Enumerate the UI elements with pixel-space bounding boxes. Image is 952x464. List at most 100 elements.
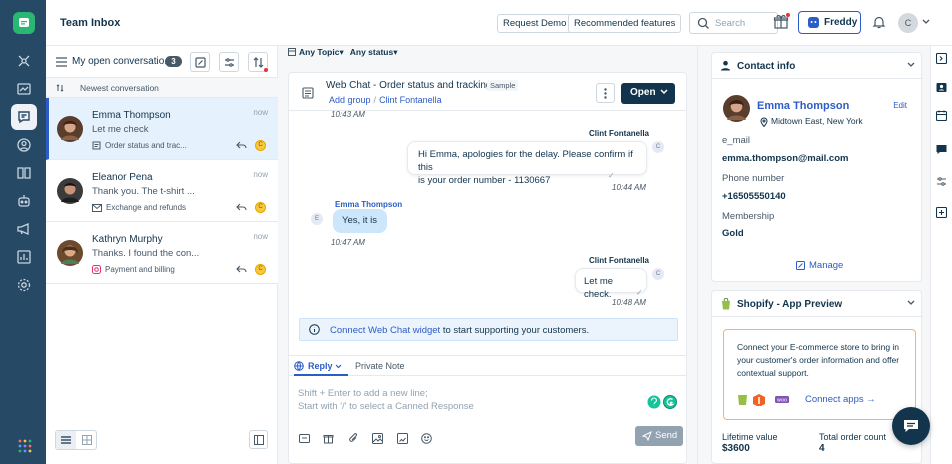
user-avatar[interactable]: C xyxy=(898,13,918,33)
freshdesk-logo-icon[interactable] xyxy=(13,12,35,34)
status-label: Open xyxy=(630,87,656,98)
document-icon xyxy=(92,141,101,150)
writing-assistant-icons xyxy=(647,394,679,410)
chevron-down-icon[interactable] xyxy=(907,300,915,306)
shopify-header[interactable]: Shopify - App Preview xyxy=(712,291,923,317)
conversation-topic: Payment and billing xyxy=(92,265,175,275)
message-text: Hi Emma, apologies for the delay. Please… xyxy=(418,149,633,173)
table-view-icon[interactable] xyxy=(77,431,97,449)
conversation-item[interactable]: Eleanor Pena Thank you. The t-shirt ... … xyxy=(46,160,278,222)
contact-card-icon[interactable] xyxy=(936,82,947,93)
assigned-agent-link[interactable]: Clint Fontanella xyxy=(379,95,442,105)
apps-grid-icon[interactable] xyxy=(18,439,32,453)
chevron-down-icon[interactable] xyxy=(907,62,915,68)
conversation-bubble-icon[interactable] xyxy=(936,144,947,155)
image-icon[interactable] xyxy=(372,433,384,444)
insert-canned-response-icon[interactable] xyxy=(299,433,310,444)
mail-icon xyxy=(92,203,102,212)
gift-icon[interactable] xyxy=(773,13,790,30)
menu-icon[interactable] xyxy=(56,57,67,67)
recommended-features-button[interactable]: Recommended features xyxy=(568,14,682,33)
chevron-down-icon: ▾ xyxy=(393,47,398,57)
analytics-icon[interactable] xyxy=(11,244,37,270)
email-value[interactable]: emma.thompson@mail.com xyxy=(722,153,848,164)
knowledge-book-icon[interactable] xyxy=(11,160,37,186)
freddy-icon xyxy=(807,16,820,29)
conversation-preview: Thank you. The t-shirt ... xyxy=(92,186,195,197)
more-options-button[interactable] xyxy=(596,83,615,103)
sort-button[interactable] xyxy=(248,52,268,72)
contact-avatar xyxy=(57,240,83,266)
edit-pencil-icon xyxy=(796,260,805,270)
svg-text:woo: woo xyxy=(777,398,787,404)
add-app-icon[interactable] xyxy=(936,207,947,218)
settings-gear-icon[interactable] xyxy=(11,272,37,298)
freddy-ai-button[interactable]: Freddy xyxy=(798,11,861,34)
contact-info-header[interactable]: Contact info xyxy=(712,53,923,79)
compose-button[interactable] xyxy=(190,52,210,72)
dashboard-icon[interactable] xyxy=(11,48,37,74)
tab-private-note[interactable]: Private Note xyxy=(355,361,405,371)
chevron-down-icon[interactable] xyxy=(335,364,342,369)
topic-filter[interactable]: Any Topic xyxy=(299,47,339,57)
conversation-topic: Exchange and refunds xyxy=(92,203,186,212)
add-group-link[interactable]: Add group xyxy=(329,95,371,105)
send-button[interactable]: Send xyxy=(635,426,683,446)
membership-label: Membership xyxy=(722,211,775,222)
search-input[interactable]: Search xyxy=(689,12,778,34)
message-time: 10:47 AM xyxy=(331,238,365,247)
chat-bubble-icon xyxy=(903,419,919,433)
filter-button[interactable] xyxy=(219,52,239,72)
gift-small-icon[interactable] xyxy=(323,433,334,444)
view-title[interactable]: My open conversatio... xyxy=(72,56,173,67)
screenshot-icon[interactable] xyxy=(396,433,408,444)
collapse-panel-button[interactable] xyxy=(249,430,268,449)
contact-info-title: Contact info xyxy=(737,61,796,72)
settings-sliders-icon[interactable] xyxy=(936,176,947,187)
order-count-value: 4 xyxy=(819,443,825,454)
message-time: 10:48 AM xyxy=(612,298,646,307)
freddy-label: Freddy xyxy=(824,17,858,28)
inbox-chat-icon[interactable] xyxy=(11,104,37,130)
tab-reply[interactable]: Reply xyxy=(308,361,333,371)
customer-mini-avatar: E xyxy=(311,213,323,225)
contacts-icon[interactable] xyxy=(11,132,37,158)
conversation-topic: Order status and trac... xyxy=(92,141,187,150)
conversation-time: now xyxy=(253,170,268,179)
page-title: Team Inbox xyxy=(60,17,121,29)
notifications-bell-icon[interactable] xyxy=(872,15,886,29)
outgoing-message: Hi Emma, apologies for the delay. Please… xyxy=(407,141,647,186)
request-demo-button[interactable]: Request Demo xyxy=(497,14,573,33)
layout-icon xyxy=(288,48,296,56)
send-label: Send xyxy=(655,430,678,441)
status-filter[interactable]: Any status xyxy=(350,47,393,57)
sort-arrows-icon xyxy=(253,56,264,68)
bot-icon[interactable] xyxy=(11,188,37,214)
connect-widget-link[interactable]: Connect Web Chat widget xyxy=(330,325,440,336)
message-time: 10:43 AM xyxy=(331,110,365,119)
phone-value[interactable]: +16505550140 xyxy=(722,191,786,202)
connect-apps-link[interactable]: Connect apps → xyxy=(805,394,876,405)
edit-contact-link[interactable]: Edit xyxy=(893,101,907,110)
conversation-item[interactable]: Emma Thompson Let me check now Order sta… xyxy=(46,98,278,160)
list-footer xyxy=(46,424,278,464)
composer-input[interactable]: Shift + Enter to add a new line; Start w… xyxy=(298,387,474,413)
chevron-down-icon[interactable] xyxy=(922,19,930,25)
conversation-item[interactable]: Kathryn Murphy Thanks. I found the con..… xyxy=(46,222,278,284)
coin-icon: C xyxy=(255,264,266,275)
edit-pencil-icon xyxy=(194,56,206,68)
reports-chart-icon[interactable] xyxy=(11,76,37,102)
message-time: 10:44 AM xyxy=(612,183,646,192)
status-open-button[interactable]: Open xyxy=(621,83,675,104)
attachment-icon[interactable] xyxy=(348,433,359,444)
calendar-icon[interactable] xyxy=(936,110,947,121)
sort-row[interactable]: Newest conversation xyxy=(46,78,278,98)
campaigns-megaphone-icon[interactable] xyxy=(11,216,37,242)
help-chat-launcher[interactable] xyxy=(892,407,930,445)
contact-name[interactable]: Emma Thompson xyxy=(757,100,849,112)
emoji-icon[interactable] xyxy=(421,433,433,444)
search-icon xyxy=(697,17,710,30)
manage-link[interactable]: Manage xyxy=(796,260,843,271)
list-view-icon[interactable] xyxy=(56,431,76,449)
collapse-sidebar-icon[interactable] xyxy=(936,53,947,64)
